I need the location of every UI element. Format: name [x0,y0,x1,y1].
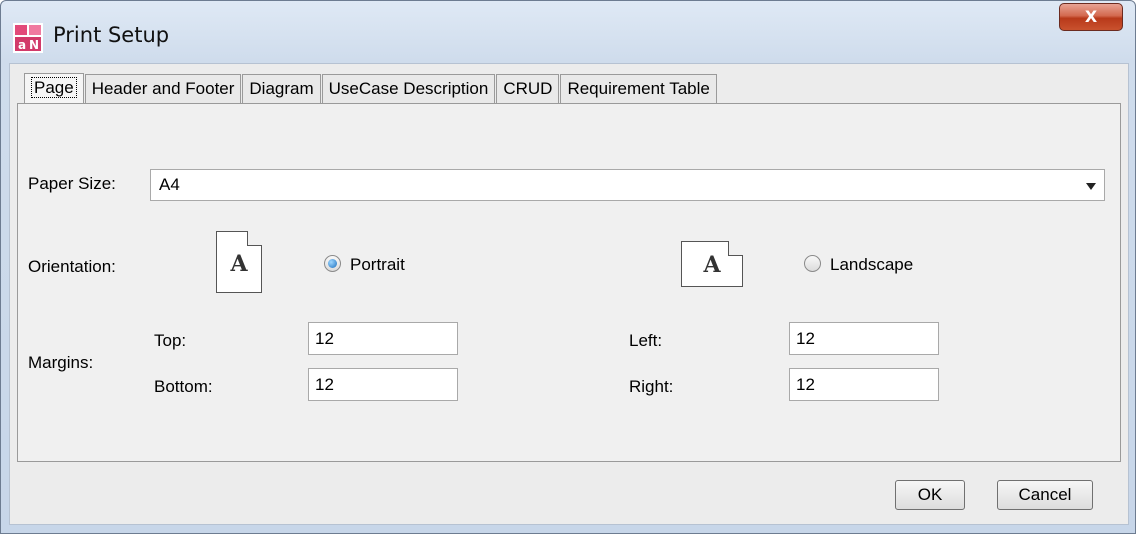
tab-requirement-table[interactable]: Requirement Table [560,74,717,103]
print-setup-dialog: a N Print Setup X Page Header and Footer… [0,0,1136,534]
top-margin-input[interactable]: 12 [308,322,458,355]
bottom-margin-input[interactable]: 12 [308,368,458,401]
tab-diagram[interactable]: Diagram [242,74,321,103]
left-margin-label: Left: [629,331,663,350]
svg-text:N: N [29,38,39,52]
right-margin-label: Right: [629,377,674,396]
paper-size-select[interactable]: A4 [150,169,1105,201]
cancel-button[interactable]: Cancel [997,480,1093,510]
tab-crud[interactable]: CRUD [496,74,560,103]
tab-strip: Page Header and Footer Diagram UseCase D… [24,73,718,105]
portrait-label: Portrait [350,255,405,274]
ok-button[interactable]: OK [895,480,965,510]
portrait-page-icon: A [216,231,262,293]
dialog-body: Page Header and Footer Diagram UseCase D… [9,63,1129,525]
right-margin-input[interactable]: 12 [789,368,939,401]
title-bar: a N Print Setup X [1,1,1135,63]
chevron-down-icon [1086,183,1096,190]
paper-size-label: Paper Size: [28,174,116,193]
svg-text:a: a [18,38,26,52]
tab-page[interactable]: Page [24,73,84,105]
tab-header-and-footer[interactable]: Header and Footer [84,74,242,103]
app-icon: a N [13,23,43,53]
bottom-margin-label: Bottom: [154,377,213,396]
close-button[interactable]: X [1059,3,1123,31]
top-margin-label: Top: [154,331,187,350]
portrait-radio[interactable] [324,255,341,272]
margins-label: Margins: [28,353,94,372]
paper-size-value: A4 [159,175,180,194]
window-title: Print Setup [53,23,170,47]
orientation-label: Orientation: [28,257,116,276]
page-settings-panel: Paper Size: A4 Orientation: A Portrait A… [17,103,1121,462]
landscape-label: Landscape [830,255,914,274]
tab-usecase-description[interactable]: UseCase Description [321,74,496,103]
left-margin-input[interactable]: 12 [789,322,939,355]
landscape-radio[interactable] [804,255,821,272]
landscape-page-icon: A [681,241,743,287]
